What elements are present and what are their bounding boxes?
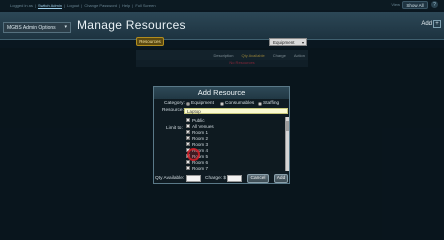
logged-in-text: Logged in as bbox=[10, 2, 33, 8]
category-label: Category: bbox=[164, 101, 185, 106]
checkbox-icon[interactable] bbox=[186, 124, 190, 128]
category-staffing-label: Staffing bbox=[263, 101, 280, 106]
checkbox-checked-icon[interactable]: ✓ bbox=[186, 130, 190, 135]
venue-item-room-7[interactable]: Room 7 bbox=[185, 165, 285, 171]
venue-label: Room 1 bbox=[192, 129, 209, 135]
qty-available-label: Qty Available: bbox=[155, 176, 185, 181]
radio-icon bbox=[258, 101, 262, 106]
limit-to-label: Limit to: bbox=[166, 126, 183, 131]
change-password-link[interactable]: Change Password bbox=[84, 3, 117, 8]
switch-admin-link[interactable]: Switch Admin bbox=[38, 3, 62, 8]
category-equipment-radio[interactable]: Equipment bbox=[186, 101, 214, 106]
checkbox-icon[interactable] bbox=[186, 160, 190, 164]
dialog-title: Add Resource bbox=[154, 87, 289, 99]
venue-label: Room 2 bbox=[192, 135, 209, 141]
page-title: Manage Resources bbox=[77, 18, 186, 32]
view-label: View bbox=[391, 2, 400, 7]
resource-label: Resource: bbox=[162, 108, 184, 113]
help-icon[interactable]: ? bbox=[431, 1, 438, 8]
charge-input[interactable] bbox=[227, 175, 242, 182]
venue-label: Room 3 bbox=[192, 141, 209, 147]
add-resource-dialog: Add Resource Category: Equipment Consuma… bbox=[153, 86, 290, 184]
venue-label: All Venues bbox=[192, 123, 214, 129]
admin-options-label: MGBS Admin Options bbox=[7, 24, 56, 31]
checkbox-checked-icon[interactable]: ✓ bbox=[186, 136, 190, 141]
checkbox-checked-icon[interactable]: ✓ bbox=[186, 142, 190, 147]
category-consumables-radio[interactable]: Consumables bbox=[220, 101, 254, 106]
title-bar: MGBS Admin Options ▾ Manage Resources Ad… bbox=[0, 12, 444, 40]
venue-label: Public bbox=[192, 117, 205, 123]
chevron-down-icon: ▾ bbox=[64, 24, 67, 30]
venue-checkbox-list[interactable]: Public All Venues ✓ Room 1 ✓ Room 2 ✓ Room … bbox=[185, 117, 285, 171]
radio-selected-icon bbox=[186, 101, 190, 106]
plus-icon[interactable]: + bbox=[433, 20, 441, 28]
add-button[interactable]: Add bbox=[274, 174, 288, 183]
logout-link[interactable]: Logout bbox=[67, 3, 79, 8]
cancel-button[interactable]: Cancel bbox=[247, 174, 269, 183]
top-links-bar: Logged in as | Switch Admin | Logout | C… bbox=[0, 0, 444, 10]
resource-type-select[interactable]: Equipment ▾ bbox=[269, 38, 307, 46]
admin-options-select[interactable]: MGBS Admin Options ▾ bbox=[3, 22, 71, 33]
full-screen-link[interactable]: Full Screen bbox=[135, 3, 155, 8]
add-resource-link[interactable]: Add bbox=[421, 21, 432, 27]
category-equipment-label: Equipment bbox=[191, 101, 214, 106]
charge-label: Charge: $ bbox=[205, 176, 227, 181]
radio-icon bbox=[220, 101, 224, 106]
click-highlight-cursor bbox=[187, 148, 200, 161]
checkbox-icon[interactable] bbox=[186, 166, 190, 170]
checkbox-icon[interactable] bbox=[186, 118, 190, 122]
chevron-down-icon: ▾ bbox=[301, 39, 304, 45]
resources-tab[interactable]: Resources bbox=[136, 37, 164, 46]
resource-type-value: Equipment bbox=[273, 39, 295, 45]
show-all-select[interactable]: Show All bbox=[402, 1, 428, 9]
qty-available-input[interactable] bbox=[186, 175, 201, 182]
category-consumables-label: Consumables bbox=[225, 101, 255, 106]
help-link[interactable]: Help bbox=[122, 3, 130, 8]
venue-list-scrollbar[interactable] bbox=[285, 117, 289, 171]
category-staffing-radio[interactable]: Staffing bbox=[258, 101, 279, 106]
resource-name-input[interactable]: Laptop bbox=[184, 108, 288, 114]
venue-label: Room 7 bbox=[192, 165, 209, 171]
scrollbar-thumb[interactable] bbox=[286, 121, 289, 131]
